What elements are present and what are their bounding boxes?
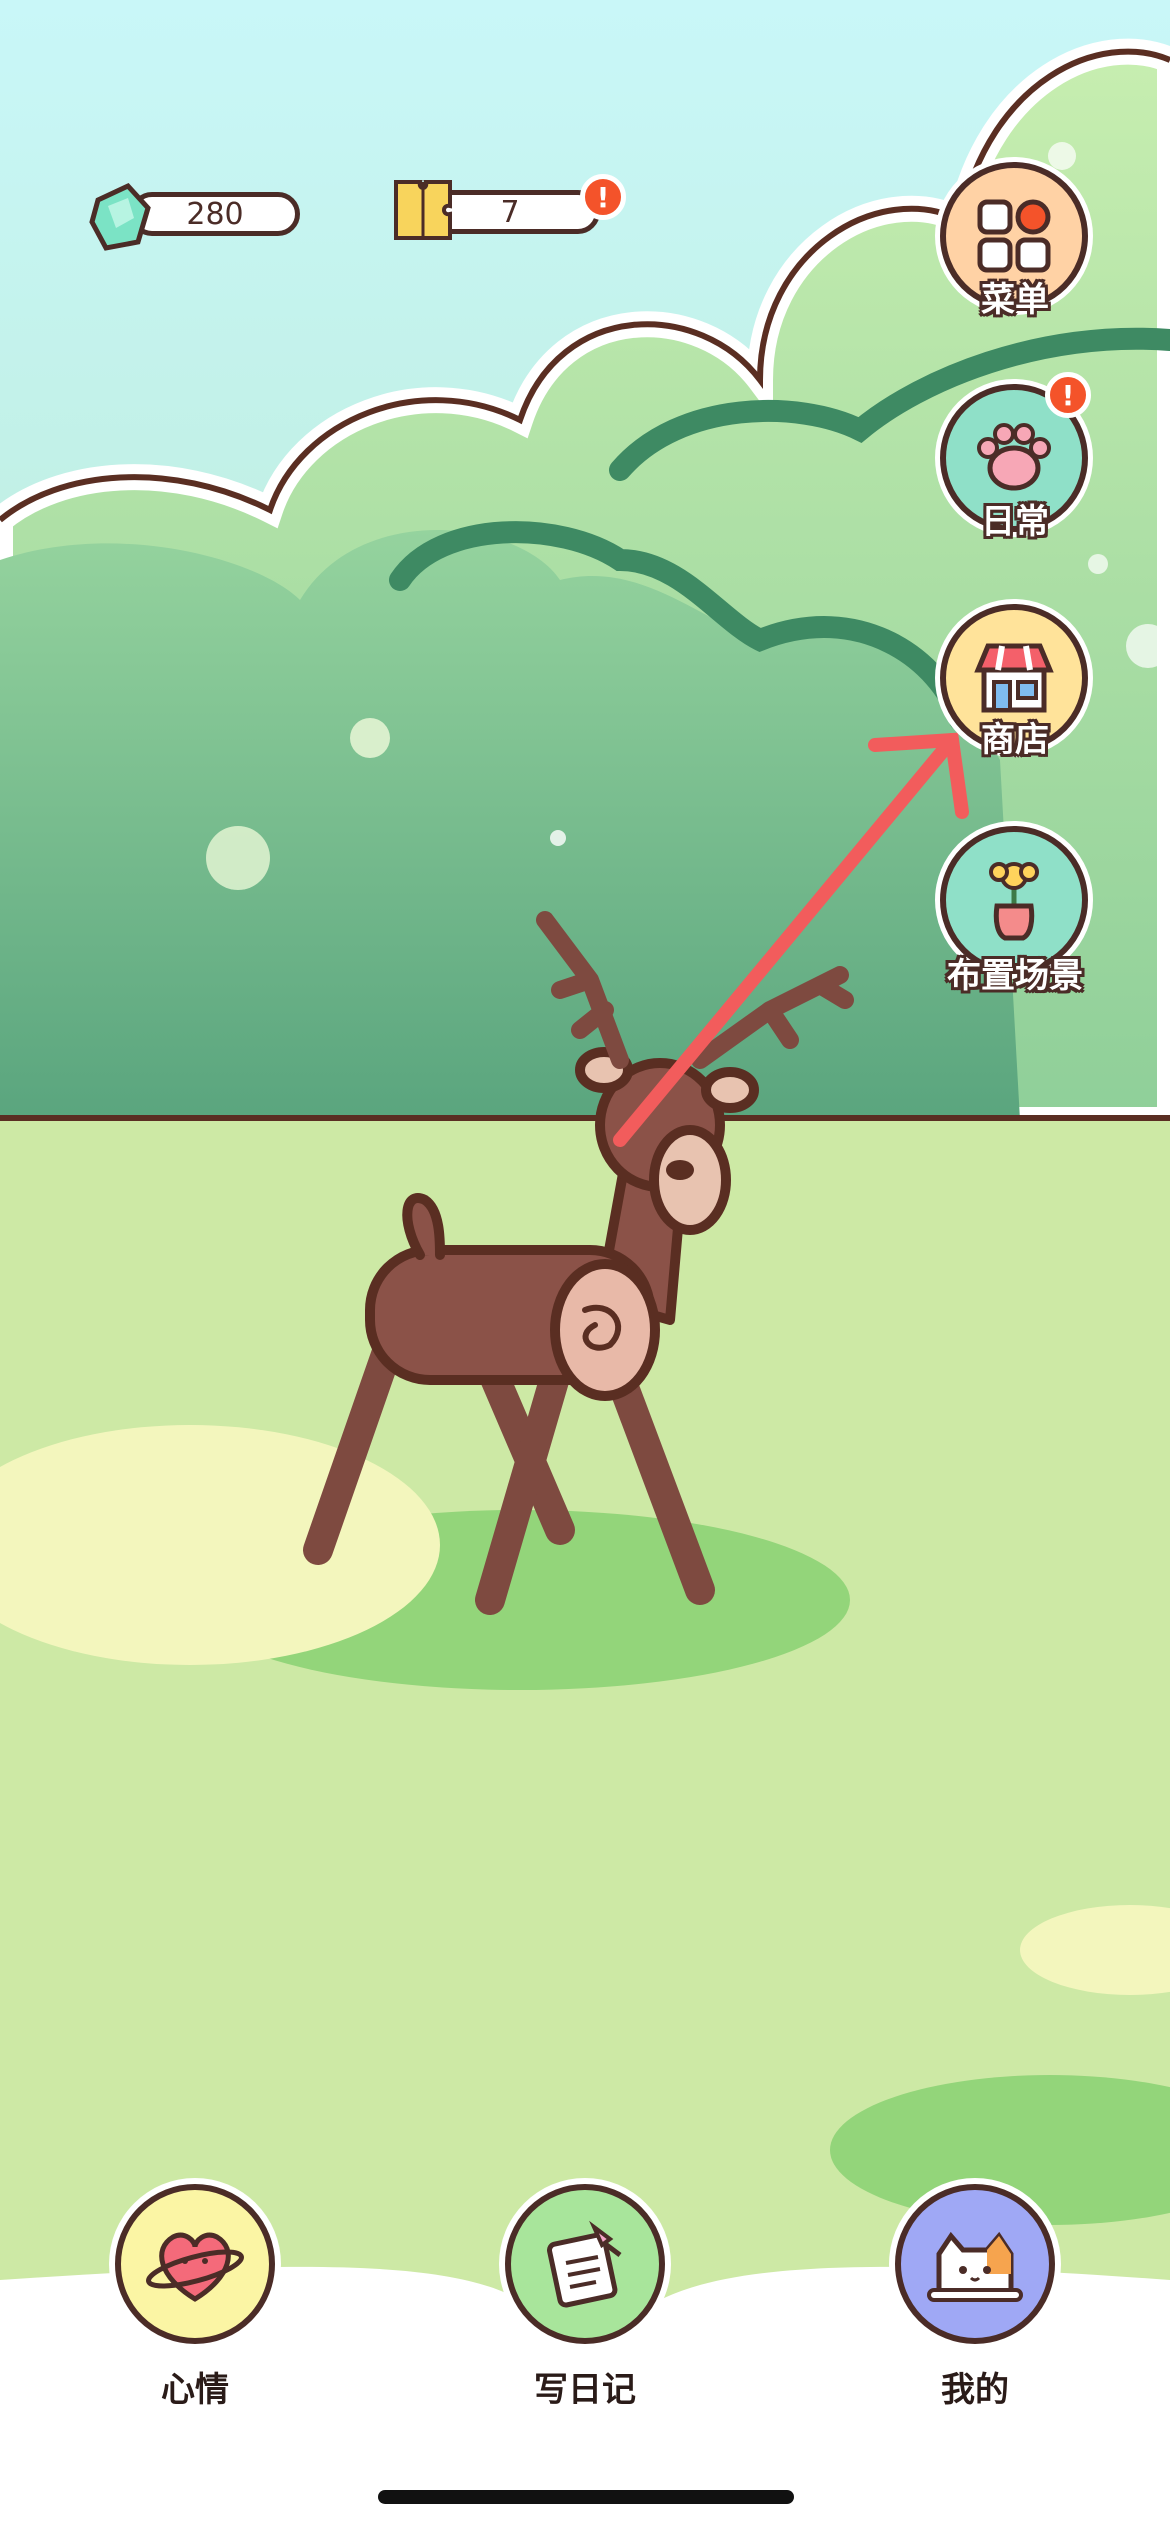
gem-icon	[89, 182, 151, 251]
notebook-icon	[546, 2220, 622, 2308]
menu-label: 菜单	[981, 280, 1049, 320]
diary-label: 写日记	[534, 2370, 636, 2410]
grid-icon	[977, 199, 1051, 273]
home-indicator[interactable]	[378, 2490, 794, 2504]
shop-label: 商店	[981, 720, 1049, 760]
daily-alert-badge: !	[1045, 372, 1091, 418]
puzzle-count: 7	[500, 194, 520, 230]
me-label: 我的	[941, 2370, 1009, 2410]
decorate-label: 布置场景	[947, 956, 1083, 996]
puzzle-icon	[394, 180, 452, 240]
daily-label: 日常	[981, 502, 1049, 542]
puzzle-alert-badge: !	[580, 174, 626, 220]
mood-button[interactable]	[115, 2184, 275, 2344]
baidu-watermark: Bai du 经验	[896, 2431, 1156, 2482]
mood-label: 心情	[161, 2370, 229, 2410]
flower-vase-icon	[989, 862, 1039, 941]
garden-scene	[0, 0, 1170, 2532]
shop-icon	[974, 643, 1054, 713]
baidu-watermark-url: jingyan.baidu.com	[908, 2476, 1093, 2500]
paw-icon	[977, 423, 1051, 491]
heart-planet-icon	[146, 2232, 244, 2302]
me-button[interactable]	[895, 2184, 1055, 2344]
diary-button[interactable]	[505, 2184, 665, 2344]
gem-count: 280	[186, 196, 244, 232]
cat-icon	[927, 2231, 1023, 2302]
